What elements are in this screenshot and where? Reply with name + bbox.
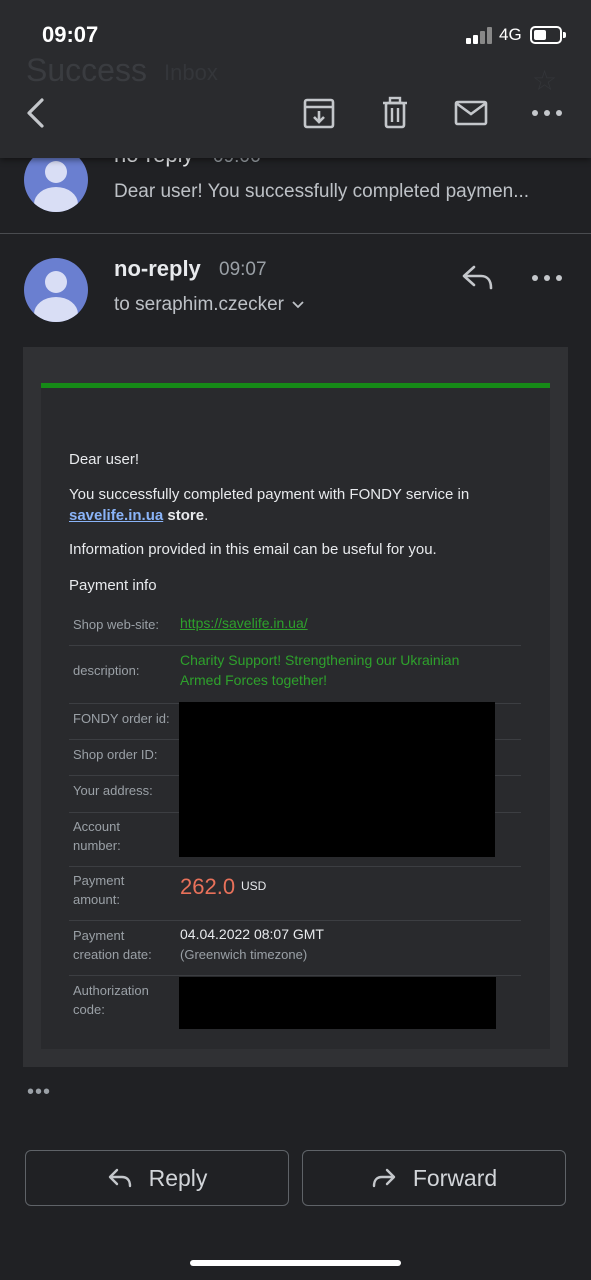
home-indicator[interactable] (190, 1260, 401, 1266)
more-icon[interactable] (530, 96, 564, 130)
address-label: Your address: (73, 783, 153, 798)
payment-amount: 262.0 (180, 874, 236, 899)
description-label: description: (73, 663, 140, 678)
row-divider (69, 645, 521, 646)
signal-icon (466, 27, 494, 44)
amount-label: Payment amount: (73, 873, 125, 907)
message-snippet: Dear user! You successfully completed pa… (114, 181, 530, 202)
message-more-icon[interactable] (530, 261, 564, 295)
creation-date-label: Payment creation date: (73, 928, 152, 962)
row-divider (69, 975, 521, 976)
accent-bar (41, 383, 550, 388)
subject-title: Success (26, 52, 147, 88)
avatar (24, 258, 88, 322)
row-divider (69, 920, 521, 921)
greeting: Dear user! (69, 451, 140, 468)
reply-button[interactable]: Reply (25, 1150, 289, 1206)
archive-icon[interactable] (302, 96, 336, 130)
shop-site-link[interactable]: https://savelife.in.ua/ (180, 614, 308, 633)
network-type: 4G (499, 25, 522, 44)
battery-icon (530, 26, 566, 44)
reply-icon[interactable] (461, 263, 495, 291)
shop-order-label: Shop order ID: (73, 747, 158, 762)
redacted-block (179, 702, 495, 857)
chevron-down-icon (292, 301, 304, 309)
mail-icon[interactable] (454, 96, 488, 130)
delete-icon[interactable] (378, 96, 412, 130)
star-icon[interactable]: ☆ (532, 64, 557, 97)
recipient-line: to seraphim.czecker (114, 294, 285, 315)
forward-icon (372, 1168, 396, 1188)
row-divider (69, 866, 521, 867)
store-link[interactable]: savelife.in.ua (69, 507, 163, 524)
status-time: 09:07 (42, 22, 99, 47)
description-value: Charity Support! Strengthening our Ukrai… (180, 650, 459, 690)
label-chip: Inbox (164, 60, 218, 85)
sender-name: no-reply (114, 256, 201, 281)
description-line: Charity Support! Strengthening our Ukrai… (180, 652, 460, 668)
recipient-details[interactable]: to seraphim.czecker (114, 294, 304, 316)
creation-date-value: 04.04.2022 08:07 GMT (180, 926, 324, 942)
info-note: Information provided in this email can b… (69, 541, 437, 558)
back-arrow-icon[interactable] (20, 96, 54, 130)
reply-icon (108, 1168, 131, 1188)
forward-label: Forward (412, 1164, 498, 1191)
store-suffix: store (167, 507, 205, 524)
forward-button[interactable]: Forward (302, 1150, 566, 1206)
payment-info-title: Payment info (69, 577, 157, 594)
shop-site-label: Shop web-site: (73, 617, 159, 632)
timezone-note: (Greenwich timezone) (180, 947, 308, 962)
top-app-bar: Success Inbox ☆ 09:07 4G (0, 0, 591, 158)
account-label: Account number: (73, 819, 121, 853)
reply-label: Reply (148, 1164, 208, 1191)
payment-confirmation: You successfully completed payment with … (69, 486, 470, 524)
show-trimmed-content[interactable]: ••• (27, 1081, 51, 1104)
payment-currency: USD (241, 879, 267, 893)
fondy-order-label: FONDY order id: (73, 711, 170, 726)
confirmation-text: You successfully completed payment with … (69, 486, 470, 503)
description-line: Armed Forces together! (180, 672, 328, 688)
authorization-label: Authorization code: (73, 983, 149, 1017)
redacted-block (179, 977, 496, 1029)
divider (0, 233, 591, 234)
message-time: 09:07 (219, 259, 267, 280)
